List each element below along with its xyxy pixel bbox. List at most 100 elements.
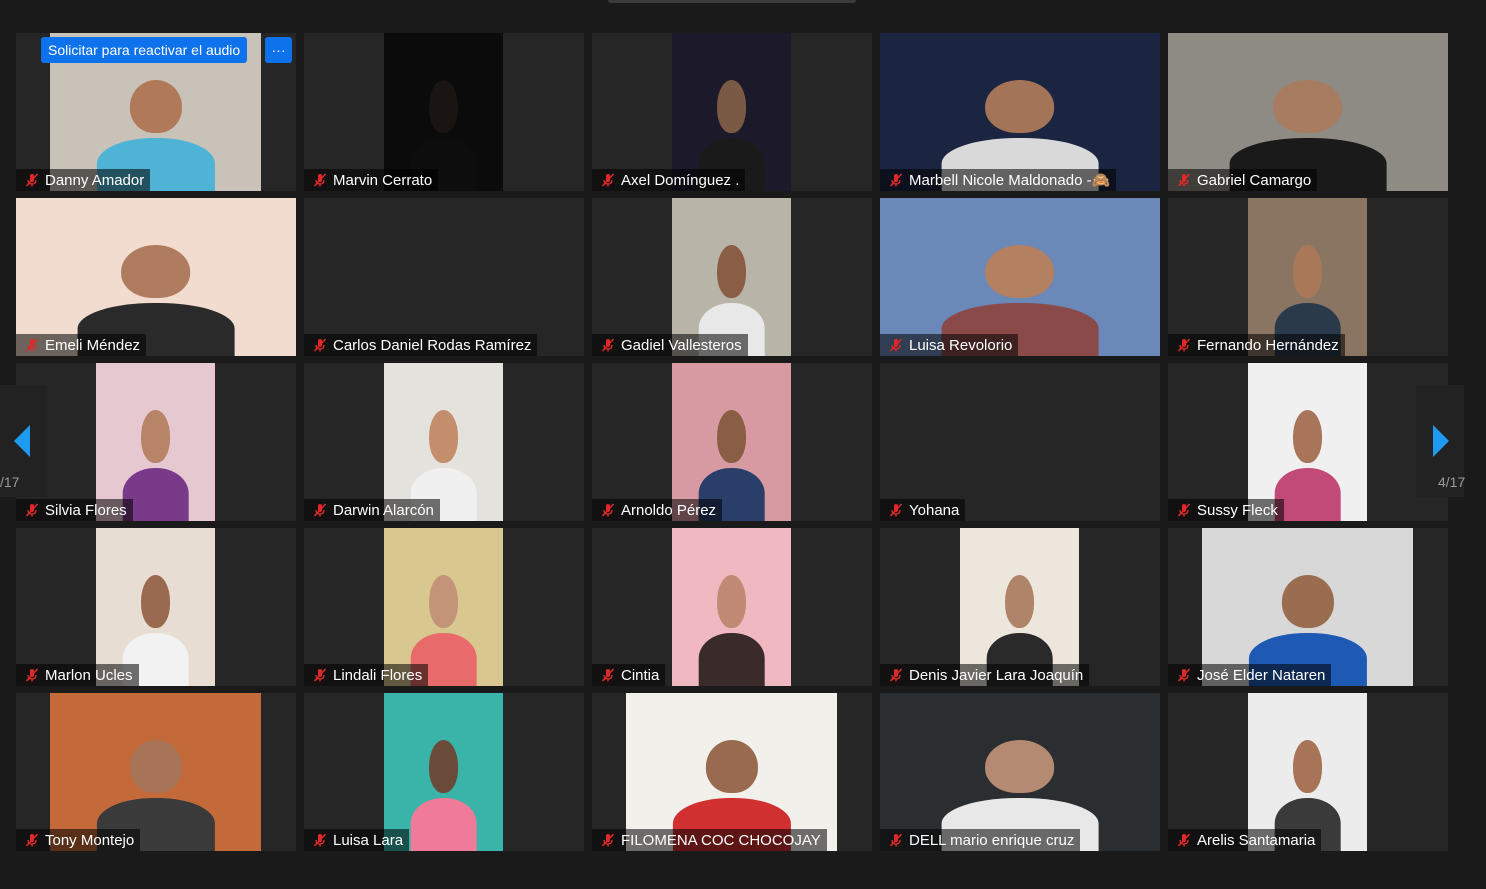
muted-mic-icon (889, 338, 903, 352)
participant-name: Lindali Flores (333, 666, 423, 684)
participant-tile[interactable]: DELL mario enrique cruz (880, 693, 1160, 851)
participant-head (428, 575, 459, 629)
participant-video (626, 693, 837, 851)
participant-name-bar: Marlon Ucles (16, 664, 139, 686)
participant-tile[interactable]: Denis Javier Lara Joaquín (880, 528, 1160, 686)
participant-video (16, 198, 296, 356)
participant-tile[interactable]: Yohana (880, 363, 1160, 521)
participant-tile[interactable]: Tony Montejo (16, 693, 296, 851)
participant-name: Darwin Alarcón (333, 501, 434, 519)
participant-video (384, 363, 503, 521)
participant-video (1248, 693, 1367, 851)
participant-tile[interactable]: Lindali Flores (304, 528, 584, 686)
participant-tile[interactable]: Cintia (592, 528, 872, 686)
participant-head (985, 245, 1055, 299)
participant-video (672, 363, 791, 521)
participant-name-bar: Gadiel Vallesteros (592, 334, 748, 356)
participant-head (140, 410, 171, 464)
participant-name-bar: Lindali Flores (304, 664, 429, 686)
participant-tile[interactable]: José Elder Nataren (1168, 528, 1448, 686)
participant-name: Marlon Ucles (45, 666, 133, 684)
muted-mic-icon (601, 668, 615, 682)
participant-name-bar: Carlos Daniel Rodas Ramírez (304, 334, 538, 356)
chevron-left-icon (14, 425, 30, 457)
participant-head (129, 740, 182, 794)
participant-name: Silvia Flores (45, 501, 127, 519)
participant-torso (698, 632, 765, 686)
participant-video (1248, 198, 1367, 356)
participant-tile[interactable]: Arelis Santamaria (1168, 693, 1448, 851)
participant-name: Gabriel Camargo (1197, 171, 1312, 189)
participant-name-bar: Arnoldo Pérez (592, 499, 723, 521)
chevron-right-icon (1433, 425, 1449, 457)
participant-name-bar: Axel Domínguez . (592, 169, 746, 191)
participant-head (985, 80, 1055, 134)
participant-name: Yohana (909, 501, 960, 519)
top-drag-bar[interactable] (608, 0, 856, 3)
participant-name-bar: Tony Montejo (16, 829, 141, 851)
participant-silhouette (698, 575, 765, 686)
participant-head (1292, 410, 1323, 464)
participant-tile[interactable]: Fernando Hernández (1168, 198, 1448, 356)
participant-name: Marvin Cerrato (333, 171, 433, 189)
more-options-button[interactable]: ··· (265, 37, 292, 63)
participant-tile[interactable]: Marvin Cerrato (304, 33, 584, 191)
participant-name-bar: Sussy Fleck (1168, 499, 1284, 521)
participant-name-bar: Arelis Santamaria (1168, 829, 1322, 851)
muted-mic-icon (25, 173, 39, 187)
participant-head (428, 80, 459, 134)
participant-tile[interactable]: Arnoldo Pérez (592, 363, 872, 521)
participant-head (716, 575, 747, 629)
page-indicator-left: /17 (0, 474, 20, 490)
participant-tile[interactable]: Gabriel Camargo (1168, 33, 1448, 191)
muted-mic-icon (1177, 668, 1191, 682)
participant-name-bar: José Elder Nataren (1168, 664, 1332, 686)
participant-name: Denis Javier Lara Joaquín (909, 666, 1084, 684)
participant-head (1292, 245, 1323, 299)
request-unmute-button[interactable]: Solicitar para reactivar el audio (41, 37, 248, 63)
participant-name-bar: Luisa Revolorio (880, 334, 1019, 356)
participant-name: Marbell Nicole Maldonado -🙈 (909, 172, 1111, 189)
participant-tile[interactable]: Silvia Flores (16, 363, 296, 521)
participant-head (1273, 80, 1343, 134)
muted-mic-icon (889, 173, 903, 187)
participant-tile[interactable]: Emeli Méndez (16, 198, 296, 356)
muted-mic-icon (601, 338, 615, 352)
participant-name: FILOMENA COC CHOCOJAY (621, 831, 821, 849)
muted-mic-icon (889, 668, 903, 682)
participant-tile[interactable]: Marbell Nicole Maldonado -🙈 (880, 33, 1160, 191)
participant-video (880, 198, 1160, 356)
participant-video (384, 693, 503, 851)
participant-tile[interactable]: Sussy Fleck (1168, 363, 1448, 521)
participant-head (1281, 575, 1334, 629)
participant-name-bar: Darwin Alarcón (304, 499, 440, 521)
participant-name: Luisa Revolorio (909, 336, 1013, 354)
participant-tile[interactable]: Luisa Lara (304, 693, 584, 851)
participant-name-bar: Gabriel Camargo (1168, 169, 1318, 191)
participant-name-bar: Luisa Lara (304, 829, 410, 851)
participant-head (428, 740, 459, 794)
participant-tile[interactable]: Marlon Ucles (16, 528, 296, 686)
participant-tile[interactable]: Axel Domínguez . (592, 33, 872, 191)
participant-tile[interactable]: Gadiel Vallesteros (592, 198, 872, 356)
participant-name: Danny Amador (45, 171, 145, 189)
participant-video (672, 198, 791, 356)
participant-name-bar: Emeli Méndez (16, 334, 147, 356)
muted-mic-icon (25, 833, 39, 847)
participant-video (384, 528, 503, 686)
participant-name: Fernando Hernández (1197, 336, 1339, 354)
muted-mic-icon (25, 338, 39, 352)
muted-mic-icon (313, 338, 327, 352)
participant-video (960, 528, 1079, 686)
participant-video (96, 363, 215, 521)
participant-tile[interactable]: FILOMENA COC CHOCOJAY (592, 693, 872, 851)
participant-tile[interactable]: Carlos Daniel Rodas Ramírez (304, 198, 584, 356)
participant-head (121, 245, 191, 299)
muted-mic-icon (1177, 503, 1191, 517)
participant-name-bar: FILOMENA COC CHOCOJAY (592, 829, 827, 851)
participant-name-bar: Danny Amador (16, 169, 151, 191)
participant-silhouette (410, 740, 477, 851)
participant-tile[interactable]: Darwin Alarcón (304, 363, 584, 521)
participant-tile[interactable]: Luisa Revolorio (880, 198, 1160, 356)
participant-video (672, 33, 791, 191)
